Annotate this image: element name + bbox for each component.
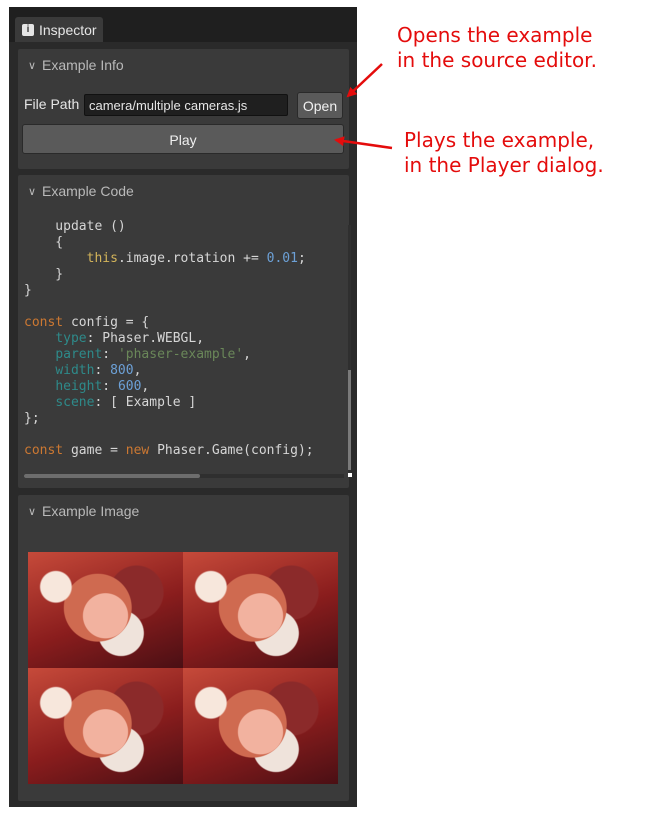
code-token: : [ Example ]: [94, 395, 197, 410]
code-token: 600: [117, 379, 142, 394]
code-token: game =: [63, 443, 126, 458]
code-token: const: [24, 443, 64, 458]
code-token: 0.01: [266, 251, 298, 266]
open-button[interactable]: Open: [297, 92, 343, 119]
code-token: : Phaser.WEBGL,: [86, 331, 205, 346]
code-viewer[interactable]: update () { this.image.rotation += 0.01;…: [24, 219, 340, 469]
annotation-open: Opens the example in the source editor.: [397, 23, 597, 73]
code-token: width: [55, 363, 95, 378]
code-line: scene: [ Example ]: [24, 395, 340, 411]
inspector-window: i Inspector ∨ Example Info File Path cam…: [9, 7, 357, 807]
code-token: ,: [133, 363, 142, 378]
annotation-open-line2: in the source editor.: [397, 48, 597, 72]
code-line: {: [24, 235, 340, 251]
annotation-play-line1: Plays the example,: [404, 128, 595, 152]
example-code-header[interactable]: ∨ Example Code: [28, 182, 134, 200]
horizontal-scroll-thumb[interactable]: [24, 474, 200, 478]
code-line: parent: 'phaser-example',: [24, 347, 340, 363]
image-tile: [28, 552, 183, 668]
code-token: height: [55, 379, 103, 394]
tab-label: Inspector: [39, 21, 97, 38]
tab-bar: i Inspector: [9, 7, 357, 42]
code-token: :: [102, 347, 118, 362]
tab-inspector[interactable]: i Inspector: [15, 17, 103, 42]
code-token: this: [86, 251, 118, 266]
code-line: update (): [24, 219, 340, 235]
code-token: }: [24, 283, 32, 298]
info-icon: i: [22, 23, 34, 36]
code-line: }: [24, 283, 340, 299]
code-token: ,: [141, 379, 150, 394]
example-image-panel: ∨ Example Image: [18, 495, 349, 801]
code-token: 800: [110, 363, 134, 378]
code-token: scene: [55, 395, 95, 410]
image-tile: [183, 668, 338, 784]
horizontal-scrollbar[interactable]: [24, 474, 344, 478]
code-line: };: [24, 411, 340, 427]
annotation-open-line1: Opens the example: [397, 23, 593, 47]
code-token: .image.rotation +=: [117, 251, 267, 266]
vertical-scroll-thumb[interactable]: [348, 370, 351, 470]
code-line: type: Phaser.WEBGL,: [24, 331, 340, 347]
example-code-panel: ∨ Example Code update () { this.image.ro…: [18, 175, 352, 488]
example-image: [28, 552, 338, 784]
example-info-panel: ∨ Example Info File Path camera/multiple…: [18, 49, 349, 169]
code-token: {: [24, 235, 64, 250]
code-line: const game = new Phaser.Game(config);: [24, 443, 340, 459]
example-info-header[interactable]: ∨ Example Info: [28, 56, 124, 74]
code-token: };: [24, 411, 40, 426]
code-token: new: [125, 443, 150, 458]
code-token: parent: [55, 347, 103, 362]
code-line: this.image.rotation += 0.01;: [24, 251, 340, 267]
annotation-play: Plays the example, in the Player dialog.: [404, 128, 604, 178]
example-image-header[interactable]: ∨ Example Image: [28, 502, 139, 520]
chevron-down-icon: ∨: [28, 59, 37, 72]
code-token: :: [102, 379, 118, 394]
code-token: update (): [24, 219, 126, 234]
scroll-corner: [348, 473, 352, 477]
image-tile: [183, 552, 338, 668]
code-line: width: 800,: [24, 363, 340, 379]
code-token: config = {: [63, 315, 150, 330]
code-token: Phaser.Game(config);: [149, 443, 314, 458]
example-image-title: Example Image: [42, 503, 140, 519]
play-button[interactable]: Play: [22, 124, 344, 154]
file-path-field[interactable]: camera/multiple cameras.js: [84, 94, 288, 116]
code-line: height: 600,: [24, 379, 340, 395]
code-token: ,: [243, 347, 251, 362]
code-token: :: [94, 363, 111, 378]
code-token: type: [55, 331, 87, 346]
image-tile: [28, 668, 183, 784]
annotation-play-line2: in the Player dialog.: [404, 153, 604, 177]
code-token: }: [24, 267, 64, 282]
example-code-title: Example Code: [42, 183, 134, 199]
code-line: }: [24, 267, 340, 283]
chevron-down-icon: ∨: [28, 505, 37, 518]
example-info-title: Example Info: [42, 57, 124, 73]
code-token: ;: [297, 251, 306, 266]
file-path-label: File Path: [24, 96, 80, 112]
code-token: 'phaser-example': [117, 347, 244, 362]
code-token: const: [24, 315, 64, 330]
vertical-scrollbar[interactable]: [348, 225, 351, 473]
code-line: const config = {: [24, 315, 340, 331]
chevron-down-icon: ∨: [28, 185, 37, 198]
